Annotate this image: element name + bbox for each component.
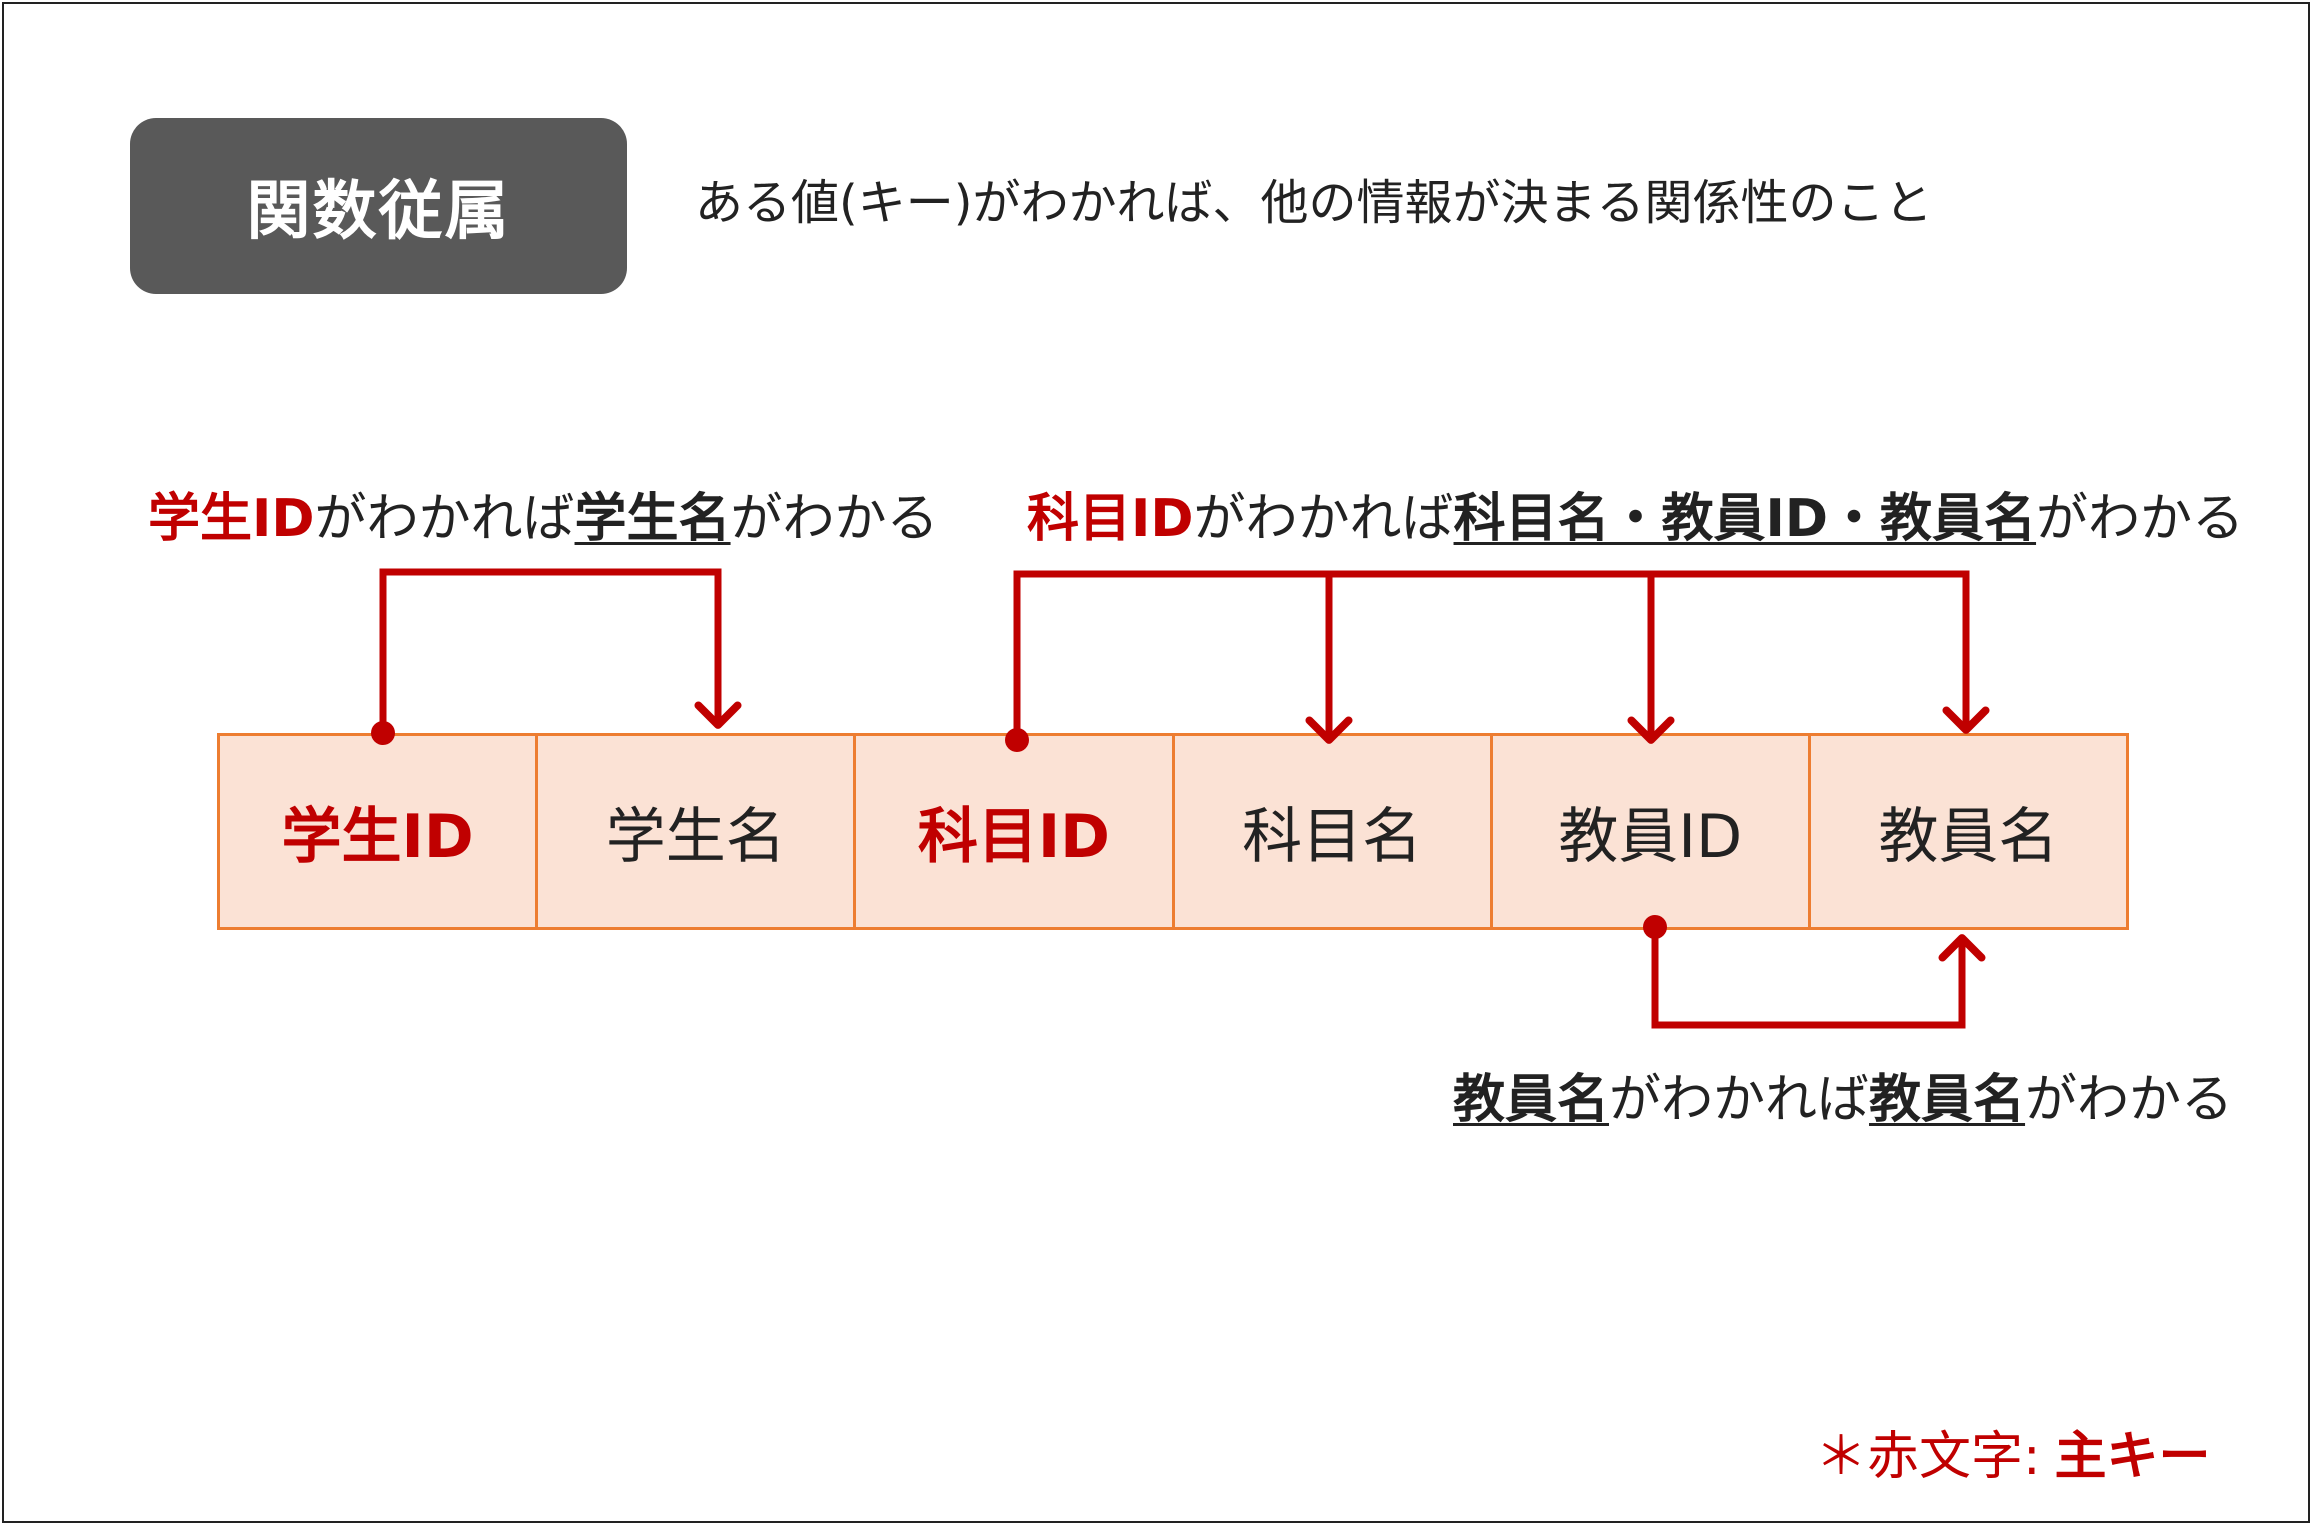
caption-subject-target: 科目名・教員ID・教員名 bbox=[1453, 489, 2037, 549]
definition-text: ある値(キー)がわかれば、他の情報が決まる関係性のこと bbox=[695, 175, 1933, 231]
caption-student-key: 学生ID bbox=[148, 489, 315, 549]
cell-subject-name: 科目名 bbox=[1175, 736, 1493, 927]
caption-subject-key: 科目ID bbox=[1027, 489, 1194, 549]
caption-student-mid: がわかれば bbox=[314, 489, 575, 549]
cell-subject-id: 科目ID bbox=[856, 736, 1175, 927]
caption-teacher-tail: がわかる bbox=[2025, 1070, 2234, 1130]
caption-student-tail: がわかる bbox=[730, 489, 939, 549]
cell-student-name: 学生名 bbox=[538, 736, 857, 927]
caption-subject-mid: がわかれば bbox=[1193, 489, 1454, 549]
legend-value: 主キー bbox=[2054, 1427, 2211, 1487]
cell-teacher-name: 教員名 bbox=[1878, 802, 2059, 872]
attribute-table-row: 学生ID 学生名 科目ID 科目名 教員ID 教員名 bbox=[217, 733, 2129, 930]
caption-teacher-dependency: 教員名がわかれば教員名がわかる bbox=[1453, 1057, 2233, 1132]
cell-student-id: 学生ID bbox=[220, 736, 539, 927]
legend: ＊赤文字: 主キー bbox=[1815, 1414, 2211, 1489]
title-badge: 関数従属 bbox=[130, 118, 627, 294]
caption-student-dependency: 学生IDがわかれば学生名がわかる bbox=[148, 476, 939, 551]
caption-teacher-key: 教員名 bbox=[1453, 1070, 1610, 1130]
legend-prefix: ＊赤文字: bbox=[1815, 1427, 2041, 1487]
caption-teacher-target: 教員名 bbox=[1869, 1070, 2026, 1130]
caption-subject-tail: がわかる bbox=[2036, 489, 2245, 549]
caption-student-target: 学生名 bbox=[574, 489, 731, 549]
caption-teacher-mid: がわかれば bbox=[1609, 1070, 1870, 1130]
caption-subject-dependency: 科目IDがわかれば科目名・教員ID・教員名がわかる bbox=[1027, 476, 2244, 551]
cell-teacher-id: 教員ID bbox=[1493, 736, 1811, 927]
